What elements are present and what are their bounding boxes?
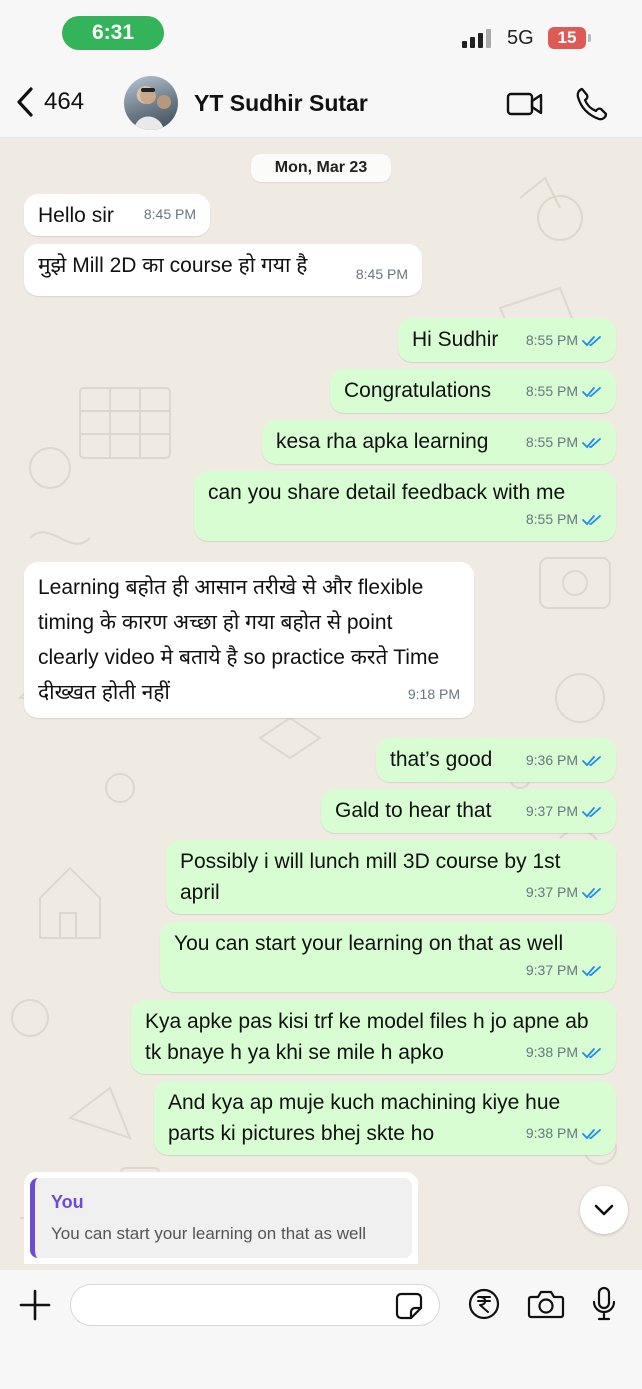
message-text: kesa rha apka learning (276, 430, 489, 453)
message-bubble-outgoing[interactable]: can you share detail feedback with me 8:… (194, 471, 616, 541)
double-tick-icon (582, 514, 601, 525)
message-text: Learning बहोत ही आसान तरीखे से और flexib… (38, 576, 440, 704)
message-bubble-incoming[interactable]: मुझे Mill 2D का course हो गया है 8:45 PM (24, 244, 422, 296)
message-time: 9:37 PM (526, 955, 602, 986)
double-tick-icon (582, 755, 601, 766)
message-text: Gald to hear that (335, 799, 492, 822)
message-bubble-incoming[interactable]: Hello sir 8:45 PM (24, 194, 210, 236)
message-bubble-incoming[interactable]: Learning बहोत ही आसान तरीखे से और flexib… (24, 562, 474, 718)
message-text: Hello sir (38, 204, 114, 227)
double-tick-icon (582, 965, 601, 976)
message-time: 9:38 PM (526, 1037, 602, 1068)
message-time: 8:45 PM (355, 266, 408, 282)
message-time: 9:18 PM (407, 686, 460, 702)
message-time: 9:38 PM (526, 1118, 602, 1149)
reply-text: You can start your learning on that as w… (51, 1224, 367, 1243)
message-time: 8:55 PM (526, 325, 602, 356)
sticker-button[interactable] (395, 1292, 423, 1325)
voice-message-button[interactable] (591, 1286, 617, 1327)
double-tick-icon (582, 887, 601, 898)
message-time: 8:55 PM (526, 427, 602, 458)
battery-icon: 15 (548, 27, 586, 49)
battery-tip (588, 34, 591, 42)
message-bubble-outgoing[interactable]: that’s good 9:36 PM (376, 738, 616, 782)
message-bubble-outgoing[interactable]: kesa rha apka learning 8:55 PM (262, 420, 616, 464)
message-time: 8:45 PM (143, 206, 196, 222)
message-bubble-outgoing[interactable]: You can start your learning on that as w… (160, 922, 616, 992)
chevron-down-icon (594, 1204, 614, 1216)
message-bubble-outgoing[interactable]: Possibly i will lunch mill 3D course by … (166, 840, 616, 914)
message-time: 9:37 PM (526, 877, 602, 908)
message-bubble-outgoing[interactable]: Hi Sudhir 8:55 PM (398, 318, 616, 362)
video-call-button[interactable] (506, 90, 544, 123)
status-time: 6:31 (62, 16, 164, 50)
status-bar: 6:31 5G 15 (0, 0, 642, 70)
phone-icon (576, 87, 608, 121)
double-tick-icon (582, 1047, 601, 1058)
scroll-to-bottom-button[interactable] (580, 1186, 628, 1234)
message-time: 9:37 PM (526, 796, 602, 827)
message-bubble-outgoing[interactable]: Gald to hear that 9:37 PM (321, 789, 616, 833)
message-text: मुझे Mill 2D का course हो गया है (38, 254, 308, 277)
double-tick-icon (582, 437, 601, 448)
double-tick-icon (582, 1128, 601, 1139)
double-tick-icon (582, 335, 601, 346)
sticker-icon (395, 1292, 423, 1320)
chat-header: 464 YT Sudhir Sutar (0, 70, 642, 138)
payment-button[interactable] (468, 1288, 500, 1325)
message-time: 8:55 PM (526, 376, 602, 407)
camera-icon (527, 1290, 565, 1319)
message-input[interactable] (70, 1284, 440, 1326)
message-text: Hi Sudhir (412, 328, 499, 351)
reply-author: You (51, 1192, 84, 1212)
video-icon (506, 92, 543, 116)
contact-name[interactable]: YT Sudhir Sutar (194, 90, 368, 117)
back-button[interactable]: 464 (14, 86, 84, 118)
camera-button[interactable] (527, 1289, 565, 1324)
date-separator: Mon, Mar 23 (251, 154, 391, 182)
chevron-left-icon (17, 87, 33, 117)
mic-icon (592, 1286, 616, 1321)
unread-count: 464 (44, 88, 85, 115)
network-type: 5G (507, 27, 534, 49)
message-bubble-outgoing[interactable]: Kya apke pas kisi trf ke model files h j… (131, 1000, 616, 1074)
double-tick-icon (582, 806, 601, 817)
message-text: Congratulations (344, 379, 492, 402)
message-text: that’s good (390, 748, 493, 771)
signal-icon (462, 26, 491, 48)
chat-area[interactable]: Mon, Mar 23 Hello sir 8:45 PM मुझे Mill … (0, 138, 642, 1270)
quoted-message[interactable]: You You can start your learning on that … (30, 1178, 412, 1258)
plus-icon (19, 1289, 51, 1321)
message-bubble-outgoing[interactable]: And kya ap muje kuch machining kiye hue … (154, 1081, 616, 1155)
message-bubble-outgoing[interactable]: Congratulations 8:55 PM (330, 369, 616, 413)
voice-call-button[interactable] (574, 86, 608, 127)
message-time: 9:36 PM (526, 745, 602, 776)
double-tick-icon (582, 386, 601, 397)
attach-button[interactable] (18, 1288, 52, 1327)
message-time: 8:55 PM (526, 504, 602, 535)
rupee-icon (468, 1288, 500, 1320)
reply-preview[interactable]: You You can start your learning on that … (24, 1172, 418, 1264)
composer-bar (0, 1270, 642, 1389)
avatar[interactable] (124, 76, 178, 130)
